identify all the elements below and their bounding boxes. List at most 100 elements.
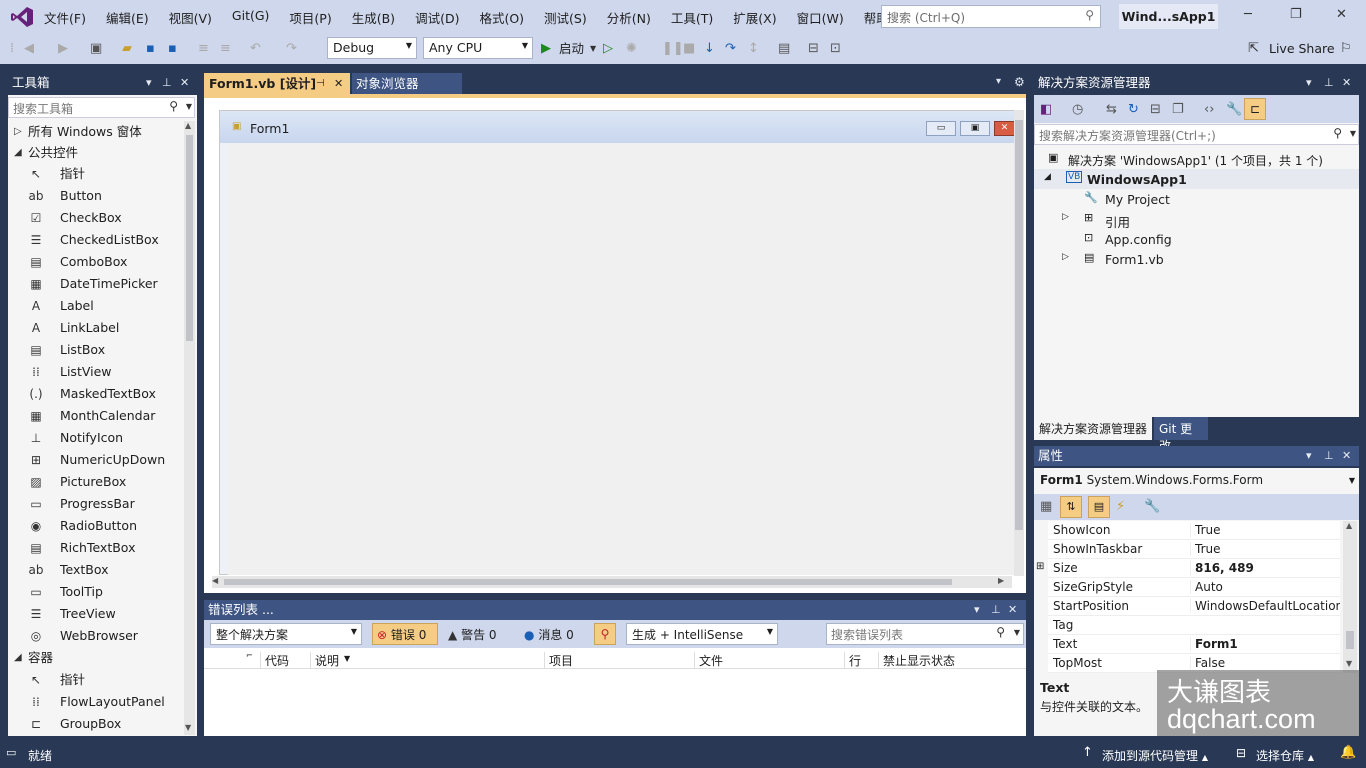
toolbox-item[interactable]: ab TextBox — [8, 559, 183, 581]
settings-icon[interactable]: ⚙ — [1014, 75, 1025, 89]
sync-icon[interactable]: ⇆ — [1106, 100, 1117, 120]
collapse-arrow-icon[interactable]: ◢ — [1044, 172, 1051, 182]
solution-tree-item[interactable]: 🔧 My Project — [1034, 189, 1359, 209]
toolbox-item[interactable]: ▭ ToolTip — [8, 581, 183, 603]
menu-item[interactable]: 编辑(E) — [106, 8, 149, 27]
errorlist-search-input[interactable]: 搜索错误列表 ⚲ ▼ — [826, 623, 1024, 645]
toolbox-group-common[interactable]: ◢ 公共控件 — [8, 142, 183, 164]
designer-hscrollbar[interactable]: ◀ ▶ — [212, 576, 1012, 588]
property-value[interactable]: True — [1190, 542, 1340, 556]
properties-object-select[interactable]: Form1 System.Windows.Forms.Form ▼ — [1034, 470, 1359, 492]
close-icon[interactable]: ✕ — [1336, 7, 1347, 22]
errorlist-column-header[interactable]: 禁止显示状态 — [878, 652, 955, 669]
comment-icon[interactable]: ≡ — [198, 39, 209, 59]
toolbox-item[interactable]: ↖ 指针 — [8, 163, 183, 185]
toolbox-item[interactable]: ▭ ProgressBar — [8, 493, 183, 515]
close-icon[interactable]: ✕ — [334, 73, 343, 94]
menu-item[interactable]: 工具(T) — [671, 8, 713, 27]
scroll-thumb[interactable] — [1015, 120, 1023, 530]
property-value[interactable]: True — [1190, 523, 1340, 537]
select-repository-button[interactable]: 选择仓库 ▲ — [1256, 747, 1314, 764]
property-value[interactable]: 816, 489 — [1190, 561, 1340, 575]
notifications-bell-icon[interactable]: 🔔 — [1340, 745, 1356, 760]
save-all-icon[interactable]: ▪ — [168, 39, 177, 59]
step-over-icon[interactable]: ↷ — [725, 39, 736, 59]
menu-item[interactable]: 窗口(W) — [797, 8, 844, 27]
chevron-down-icon[interactable]: ▼ — [1350, 129, 1356, 138]
start-button-label[interactable]: 启动 — [559, 39, 584, 59]
toolbox-item[interactable]: ▤ ListBox — [8, 339, 183, 361]
close-icon[interactable]: ✕ — [1342, 446, 1351, 466]
solution-node[interactable]: ▣ 解决方案 'WindowsApp1' (1 个项目，共 1 个) — [1034, 149, 1359, 169]
toolbox-item[interactable]: ☑ CheckBox — [8, 207, 183, 229]
designer-vscrollbar[interactable] — [1014, 110, 1024, 576]
tab-git-changes[interactable]: Git 更改 — [1154, 417, 1208, 453]
toolbox-search-input[interactable]: 搜索工具箱 ⚲ ▼ — [8, 97, 195, 118]
property-row[interactable]: SizeGripStyle Auto — [1034, 578, 1340, 597]
uncomment-icon[interactable]: ≡ — [220, 39, 231, 59]
refresh-icon[interactable]: ↻ — [1128, 100, 1139, 120]
expand-arrow-icon[interactable]: ▷ — [1062, 212, 1069, 222]
property-pages-icon[interactable]: 🔧 — [1144, 497, 1160, 517]
toolbox-item[interactable]: ↖ 指针 — [8, 669, 183, 691]
pin-icon[interactable]: ⊥ — [1324, 73, 1334, 93]
toolbox-item[interactable]: ☰ CheckedListBox — [8, 229, 183, 251]
severity-column-icon[interactable]: ⌐ — [246, 651, 253, 660]
expand-plus-icon[interactable]: ⊞ — [1036, 561, 1044, 572]
close-icon[interactable]: ✕ — [180, 73, 189, 93]
history-icon[interactable]: ◷ — [1072, 100, 1083, 120]
toolbox-item[interactable]: ▤ RichTextBox — [8, 537, 183, 559]
toolbox-item[interactable]: ☰ TreeView — [8, 603, 183, 625]
live-share-icon[interactable]: ⇱ — [1248, 39, 1259, 59]
start-debugging-icon[interactable]: ▶ — [541, 39, 551, 59]
toolbox-item[interactable]: ▦ DateTimePicker — [8, 273, 183, 295]
feedback-icon[interactable]: ⚐ — [1340, 39, 1352, 59]
show-all-files-icon[interactable]: ❐ — [1172, 100, 1184, 120]
toolbox-item[interactable]: A LinkLabel — [8, 317, 183, 339]
menu-item[interactable]: 视图(V) — [169, 8, 212, 27]
collapse-all-icon[interactable]: ⊟ — [1150, 100, 1161, 120]
toolbox-item[interactable]: ⊥ NotifyIcon — [8, 427, 183, 449]
property-row[interactable]: StartPosition WindowsDefaultLocation — [1034, 597, 1340, 616]
configuration-select[interactable]: Debug ▼ — [327, 37, 417, 59]
property-row[interactable]: Text Form1 — [1034, 635, 1340, 654]
toolbox-item[interactable]: ⁞⁞ FlowLayoutPanel — [8, 691, 183, 713]
filter-icon[interactable]: ⚲ — [594, 623, 616, 645]
menu-item[interactable]: 测试(S) — [544, 8, 587, 27]
property-value[interactable]: WindowsDefaultLocation — [1190, 599, 1340, 613]
chevron-down-icon[interactable]: ▾ — [146, 73, 152, 93]
back-icon[interactable]: ◀ — [24, 39, 34, 59]
solution-name-badge[interactable]: Wind...sApp1 — [1119, 4, 1218, 29]
stop-icon[interactable]: ■ — [683, 39, 695, 59]
chevron-down-icon[interactable]: ▾ — [1306, 446, 1312, 466]
chevron-down-icon[interactable]: ▼ — [186, 102, 192, 111]
restore-icon[interactable]: ❐ — [1290, 7, 1302, 22]
toolbox-group-containers[interactable]: ◢ 容器 — [8, 647, 183, 669]
toolbox-item[interactable]: ▨ PictureBox — [8, 471, 183, 493]
pin-icon[interactable]: ⊥ — [162, 73, 172, 93]
toolbox-item[interactable]: (.) MaskedTextBox — [8, 383, 183, 405]
pin-icon[interactable]: ⊥ — [991, 600, 1001, 620]
properties-wrench-icon[interactable]: 🔧 — [1226, 100, 1242, 120]
redo-icon[interactable]: ↷ — [286, 39, 297, 59]
property-row[interactable]: ShowInTaskbar True — [1034, 540, 1340, 559]
messages-filter-button[interactable]: ● 消息 0 — [524, 626, 574, 643]
toolbox-item[interactable]: ab Button — [8, 185, 183, 207]
scroll-left-icon[interactable]: ◀ — [212, 576, 218, 585]
toolbox-item[interactable]: A Label — [8, 295, 183, 317]
build-filter-select[interactable]: 生成 + IntelliSense ▼ — [626, 623, 778, 645]
hot-reload-icon[interactable]: ✺ — [626, 39, 637, 59]
errorlist-column-header[interactable]: 说明 — [310, 652, 339, 669]
menu-item[interactable]: 扩展(X) — [733, 8, 776, 27]
layout-icon[interactable]: ⊟ — [808, 39, 819, 59]
forward-icon[interactable]: ▶ — [58, 39, 68, 59]
open-file-icon[interactable]: ▰ — [122, 39, 132, 59]
property-row[interactable]: Tag — [1034, 616, 1340, 635]
tab-object-browser[interactable]: 对象浏览器 — [352, 73, 462, 94]
menu-item[interactable]: Git(G) — [232, 8, 270, 27]
errors-filter-button[interactable]: ⊗ 错误 0 — [372, 623, 438, 645]
close-icon[interactable]: ✕ — [1342, 73, 1351, 93]
search-input[interactable]: 搜索 (Ctrl+Q) ⚲ — [881, 5, 1101, 28]
errorlist-column-header[interactable]: 代码 — [260, 652, 289, 669]
scroll-down-icon[interactable]: ▼ — [1346, 659, 1352, 668]
